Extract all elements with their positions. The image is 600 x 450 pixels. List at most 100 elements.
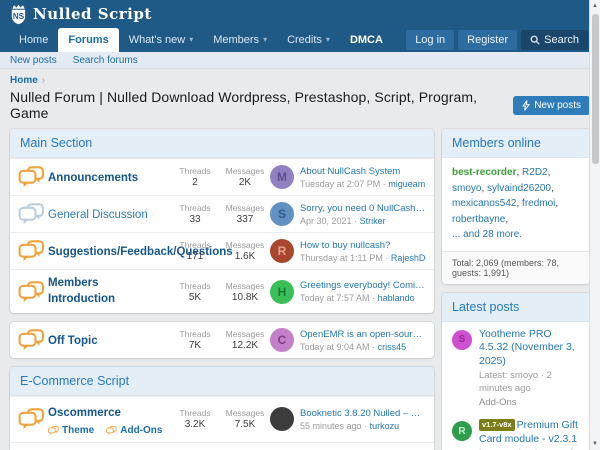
members-online-total: Total: 2,069 (members: 78, guests: 1,991… xyxy=(442,250,590,284)
messages-stat: Messages 12.2K xyxy=(225,329,265,352)
scroll-up-arrow[interactable]: ▲ xyxy=(590,3,600,9)
category-ecommerce-script: E-Commerce Script Oscommerce Theme Add-O… xyxy=(10,367,434,450)
last-post-meta: Tuesday at 2:07 PM · migueam xyxy=(300,178,426,189)
more-members-link[interactable]: ... and 28 more. xyxy=(452,227,580,243)
last-post: H Greetings everybody! Coming fro... Tod… xyxy=(270,279,426,304)
forum-unread-icon xyxy=(18,240,48,262)
site-logo-icon[interactable]: NS xyxy=(9,4,28,25)
subnav-search-forums[interactable]: Search forums xyxy=(73,55,138,66)
forum-link[interactable]: Announcements xyxy=(48,171,138,187)
nav-whats-new[interactable]: What's new ▾ xyxy=(119,28,204,52)
threads-stat: Threads 3.2K xyxy=(179,408,211,431)
latest-post-title[interactable]: Yootheme PRO 4.5.32 (November 3, 2025) xyxy=(479,328,580,369)
sub-nav: New posts Search forums xyxy=(0,52,600,69)
messages-stat: Messages 2K xyxy=(225,166,265,188)
messages-stat: Messages 337 xyxy=(225,203,265,225)
last-post: Booknetic 3.8.20 Nulled – WordPr... 55 m… xyxy=(270,407,426,432)
avatar[interactable]: S xyxy=(270,202,294,226)
latest-post-title[interactable]: v1.7-v8x Premium Gift Card module - v2.3.… xyxy=(479,419,580,446)
subforum-link[interactable]: Add-Ons xyxy=(106,425,162,436)
search-icon xyxy=(530,35,540,45)
user-link[interactable]: criss45 xyxy=(378,342,407,352)
members-online-title: Members online xyxy=(442,129,590,158)
category-header[interactable]: Main Section xyxy=(10,129,434,158)
latest-post-item: R v1.7-v8x Premium Gift Card module - v2.… xyxy=(442,413,590,450)
forum-link[interactable]: Off Topic xyxy=(48,334,98,350)
avatar[interactable]: S xyxy=(452,329,472,350)
latest-posts-widget: Latest posts S Yootheme PRO 4.5.32 (Nove… xyxy=(442,292,590,450)
avatar[interactable] xyxy=(270,407,294,432)
forum-row: Suggestions/Feedback/Questions Threads 17… xyxy=(10,232,434,269)
login-button[interactable]: Log in xyxy=(406,30,455,50)
nav-home[interactable]: Home xyxy=(9,28,58,52)
subforum-link[interactable]: Theme xyxy=(48,425,94,436)
vertical-scrollbar[interactable]: ▲ ▼ xyxy=(589,0,600,450)
member-link[interactable]: sylvaind26200 xyxy=(487,183,554,194)
site-name[interactable]: Nulled Script xyxy=(33,5,152,23)
breadcrumb: Home › xyxy=(0,69,600,87)
avatar[interactable]: H xyxy=(270,279,294,304)
subnav-new-posts[interactable]: New posts xyxy=(10,55,57,66)
member-link[interactable]: R2D2 xyxy=(522,167,550,178)
forum-link[interactable]: General Discussion xyxy=(48,208,148,224)
forum-link[interactable]: Members Introduction xyxy=(48,276,166,307)
scrollbar-thumb[interactable] xyxy=(592,14,599,164)
category-header[interactable]: E-Commerce Script xyxy=(10,367,434,397)
member-link[interactable]: mexicanos542 xyxy=(452,198,522,209)
member-link[interactable]: best-recorder xyxy=(452,167,522,178)
scroll-down-arrow[interactable]: ▼ xyxy=(590,441,600,447)
last-post-meta: 55 minutes ago · turkozu xyxy=(300,420,400,431)
threads-stat: Threads 5K xyxy=(179,280,211,303)
avatar[interactable]: M xyxy=(270,165,294,189)
forum-unread-icon xyxy=(18,280,48,303)
nav-dmca[interactable]: DMCA xyxy=(340,28,393,52)
category-main-section: Main Section Announcements Threads 2 Mess… xyxy=(10,129,434,314)
last-post: C OpenEMR is an open-source healt... Tod… xyxy=(270,328,426,353)
messages-stat: Messages 1.6K xyxy=(225,240,265,262)
forum-unread-icon xyxy=(18,166,48,188)
user-link[interactable]: RajeshDelulu xyxy=(391,253,426,263)
register-button[interactable]: Register xyxy=(458,30,518,50)
avatar[interactable]: R xyxy=(270,239,294,263)
threads-stat: Threads 33 xyxy=(179,203,211,225)
search-button[interactable]: Search xyxy=(521,30,588,50)
avatar[interactable]: R xyxy=(452,421,472,442)
category-off-topic: Off Topic Threads 7K Messages 12.2K C Open… xyxy=(10,322,434,359)
nav-credits[interactable]: Credits ▾ xyxy=(277,28,340,52)
last-post-title[interactable]: How to buy nullcash? xyxy=(300,240,426,251)
lightning-icon xyxy=(522,99,531,111)
forum-link[interactable]: Oscommerce xyxy=(48,406,121,422)
last-post-title[interactable]: Greetings everybody! Coming fro... xyxy=(300,280,426,291)
avatar[interactable]: C xyxy=(270,328,294,353)
user-link[interactable]: hablando xyxy=(378,293,415,303)
breadcrumb-home[interactable]: Home xyxy=(10,75,38,86)
chevron-down-icon: ▾ xyxy=(189,35,194,44)
chevron-down-icon: ▾ xyxy=(325,35,330,44)
last-post-meta: Today at 9:04 AM · criss45 xyxy=(300,341,407,352)
latest-post-item: S Yootheme PRO 4.5.32 (November 3, 2025)… xyxy=(442,322,590,414)
main-nav: Home Forums What's new ▾ Members ▾ Credits… xyxy=(0,28,588,52)
forum-row: Prestashop Theme Add-Ons Requests Thread… xyxy=(10,441,434,450)
member-link[interactable]: robertbayne xyxy=(452,214,508,225)
version-badge: v1.7-v8x xyxy=(479,419,515,431)
new-posts-button[interactable]: New posts xyxy=(513,95,590,115)
members-online-widget: Members online best-recorderR2D2 smoyosyl… xyxy=(442,129,590,284)
last-post-title[interactable]: Sorry, you need 0 NullCash to like ... xyxy=(300,203,426,214)
user-link[interactable]: turkozu xyxy=(370,421,400,431)
top-header: NS Nulled Script Home Forums What's new ▾… xyxy=(0,0,600,52)
member-link[interactable]: fredmoi xyxy=(522,198,558,209)
latest-post-forum[interactable]: Add-Ons xyxy=(479,397,580,408)
user-link[interactable]: migueam xyxy=(388,179,425,189)
user-link[interactable]: Striker xyxy=(360,216,386,226)
last-post-title[interactable]: OpenEMR is an open-source healt... xyxy=(300,329,426,340)
nav-members[interactable]: Members ▾ xyxy=(203,28,277,52)
last-post-title[interactable]: About NullCash System xyxy=(300,166,426,177)
member-link[interactable]: smoyo xyxy=(452,183,487,194)
forum-read-icon xyxy=(18,203,48,225)
last-post-meta: Today at 7:57 AM · hablando xyxy=(300,293,415,304)
svg-text:NS: NS xyxy=(13,11,25,20)
last-post-title[interactable]: Booknetic 3.8.20 Nulled – WordPr... xyxy=(300,408,426,419)
members-online-list: best-recorderR2D2 smoyosylvaind26200 mexic… xyxy=(442,158,590,251)
last-post: R How to buy nullcash? Thursday at 1:11 … xyxy=(270,239,426,263)
nav-forums[interactable]: Forums xyxy=(58,28,119,52)
